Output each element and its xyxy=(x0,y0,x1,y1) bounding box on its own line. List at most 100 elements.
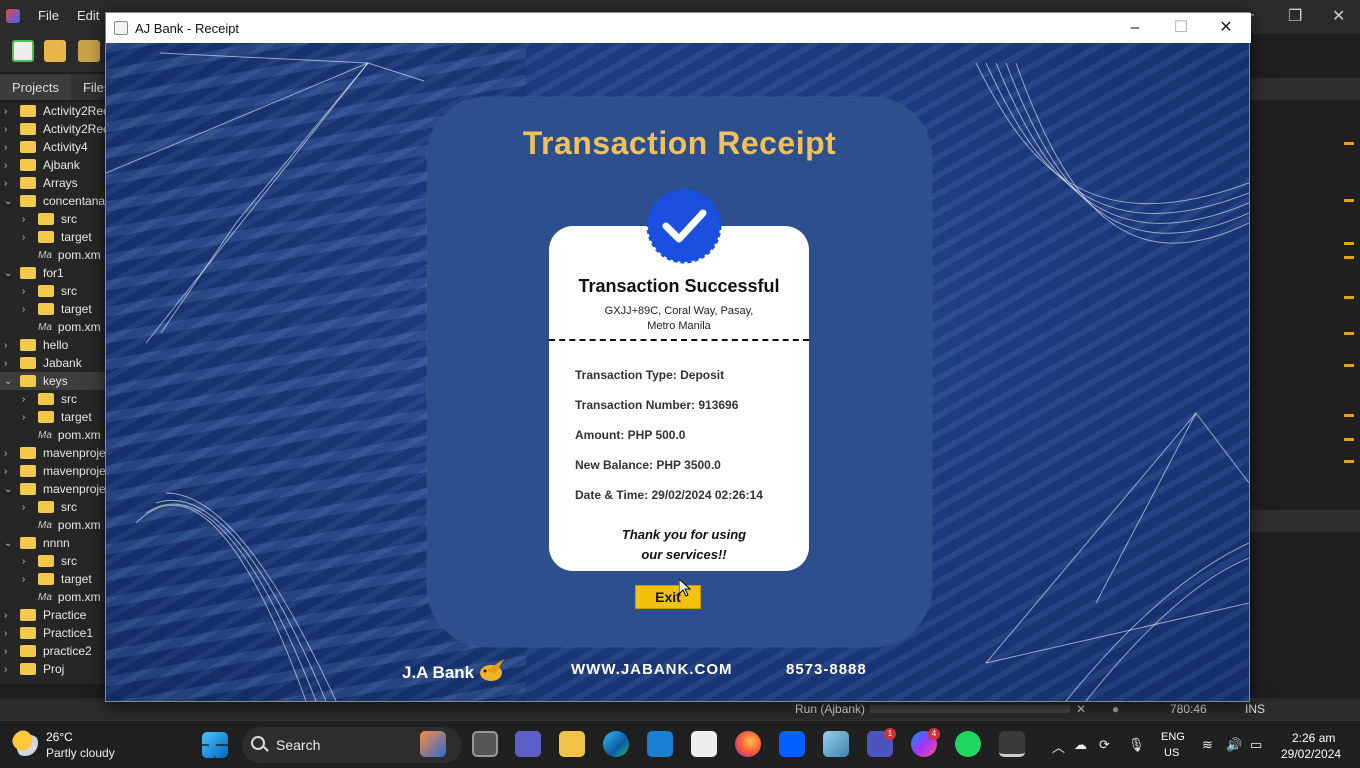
tree-folder-item[interactable]: › Jabank xyxy=(0,354,82,372)
netbeans-taskbar-icon[interactable] xyxy=(823,731,849,757)
chevron-right-icon[interactable]: › xyxy=(4,466,14,477)
tree-folder-item[interactable]: ⌄ for1 xyxy=(0,264,64,282)
tree-folder-item[interactable]: › mavenproje xyxy=(0,462,106,480)
chevron-right-icon[interactable]: › xyxy=(4,142,14,153)
chevron-down-icon[interactable]: ⌄ xyxy=(4,268,14,279)
tree-folder-item[interactable]: ⌄ mavenproje xyxy=(0,480,106,498)
edge-browser-icon[interactable] xyxy=(603,731,629,757)
tree-folder-item[interactable]: › Activity4 xyxy=(0,138,88,156)
tree-folder-item[interactable]: › target xyxy=(0,228,92,246)
region-indicator[interactable]: US xyxy=(1164,747,1179,759)
file-explorer-icon[interactable] xyxy=(559,731,585,757)
weather-icon[interactable] xyxy=(12,730,38,756)
spotify-icon[interactable] xyxy=(955,731,981,757)
tree-folder-item[interactable]: › Activity2Rec xyxy=(0,120,106,138)
tree-folder-item[interactable]: › Practice xyxy=(0,606,86,624)
tree-folder-item[interactable]: › Ajbank xyxy=(0,156,80,174)
clock-date[interactable]: 29/02/2024 xyxy=(1281,747,1341,761)
tree-folder-item[interactable]: › Activity2Rec xyxy=(0,102,106,120)
tree-folder-item[interactable]: › target xyxy=(0,408,92,426)
tree-folder-item[interactable]: › hello xyxy=(0,336,68,354)
menu-edit[interactable]: Edit xyxy=(77,8,99,23)
java-taskbar-icon[interactable] xyxy=(999,731,1025,757)
ide-close-icon[interactable]: ✕ xyxy=(1332,6,1345,26)
chevron-right-icon[interactable]: › xyxy=(4,358,14,369)
tree-file-item[interactable]: Ma pom.xm xyxy=(0,516,101,534)
chevron-right-icon[interactable]: › xyxy=(22,502,32,513)
chevron-down-icon[interactable]: ⌄ xyxy=(4,484,14,495)
microsoft-store-icon[interactable] xyxy=(647,731,673,757)
chevron-right-icon[interactable]: › xyxy=(4,628,14,639)
open-project-icon[interactable] xyxy=(78,40,100,62)
maximize-button[interactable]: ☐ xyxy=(1158,17,1204,39)
tree-folder-item[interactable]: › src xyxy=(0,210,77,228)
battery-icon[interactable]: ▭ xyxy=(1250,737,1262,753)
cancel-run-icon[interactable]: ✕ xyxy=(1076,702,1086,716)
tree-folder-item[interactable]: › Practice1 xyxy=(0,624,93,642)
clock-time[interactable]: 2:26 am xyxy=(1292,731,1335,745)
windows-start-icon[interactable] xyxy=(202,732,228,758)
tree-folder-item[interactable]: › mavenproje xyxy=(0,444,106,462)
chevron-right-icon[interactable]: › xyxy=(4,106,14,117)
new-project-icon[interactable] xyxy=(44,40,66,62)
tree-folder-item[interactable]: ⌄ keys xyxy=(0,372,106,390)
chevron-down-icon[interactable]: ⌄ xyxy=(4,376,14,387)
chevron-right-icon[interactable]: › xyxy=(4,160,14,171)
tree-file-item[interactable]: Ma pom.xm xyxy=(0,246,101,264)
wifi-icon[interactable]: ≋ xyxy=(1202,737,1213,753)
chevron-right-icon[interactable]: › xyxy=(22,556,32,567)
tab-projects[interactable]: Projects xyxy=(0,74,71,100)
tree-folder-item[interactable]: › src xyxy=(0,498,77,516)
chevron-down-icon[interactable]: ⌄ xyxy=(4,538,14,549)
tree-folder-item[interactable]: › src xyxy=(0,282,77,300)
chevron-right-icon[interactable]: › xyxy=(22,574,32,585)
tree-folder-item[interactable]: › Proj xyxy=(0,660,64,678)
ide-restore-icon[interactable]: ❐ xyxy=(1288,6,1302,26)
chevron-right-icon[interactable]: › xyxy=(4,646,14,657)
chevron-right-icon[interactable]: › xyxy=(4,610,14,621)
tree-file-item[interactable]: Ma pom.xm xyxy=(0,588,101,606)
tree-folder-item[interactable]: ⌄ concentana xyxy=(0,192,105,210)
tree-folder-item[interactable]: › target xyxy=(0,570,92,588)
task-view-icon[interactable] xyxy=(472,731,498,757)
chevron-right-icon[interactable]: › xyxy=(4,448,14,459)
weather-description[interactable]: Partly cloudy xyxy=(46,746,115,760)
chevron-right-icon[interactable]: › xyxy=(22,304,32,315)
run-status[interactable]: Run (Ajbank) xyxy=(795,702,865,716)
weather-temperature[interactable]: 26°C xyxy=(46,730,73,744)
show-hidden-icons[interactable]: ︿ xyxy=(1052,737,1065,756)
tree-folder-item[interactable]: › practice2 xyxy=(0,642,92,660)
onedrive-icon[interactable]: ☁ xyxy=(1074,737,1087,753)
chevron-right-icon[interactable]: › xyxy=(22,286,32,297)
amazon-icon[interactable] xyxy=(691,731,717,757)
new-file-icon[interactable] xyxy=(12,40,34,62)
exit-button[interactable]: Exit xyxy=(635,585,701,609)
tree-folder-item[interactable]: › Arrays xyxy=(0,174,78,192)
close-button[interactable]: ✕ xyxy=(1203,17,1249,39)
language-indicator[interactable]: ENG xyxy=(1161,731,1185,743)
volume-icon[interactable]: 🔊 xyxy=(1226,737,1242,753)
tree-file-item[interactable]: Ma pom.xm xyxy=(0,318,101,336)
tree-folder-item[interactable]: ⌄ nnnn xyxy=(0,534,70,552)
tree-folder-item[interactable]: › target xyxy=(0,300,92,318)
chevron-right-icon[interactable]: › xyxy=(4,340,14,351)
firefox-icon[interactable] xyxy=(735,731,761,757)
tree-folder-item[interactable]: › src xyxy=(0,552,77,570)
chevron-right-icon[interactable]: › xyxy=(4,178,14,189)
notifications-icon[interactable]: ● xyxy=(1112,702,1119,716)
chevron-right-icon[interactable]: › xyxy=(22,214,32,225)
chevron-right-icon[interactable]: › xyxy=(22,232,32,243)
menu-file[interactable]: File xyxy=(38,8,59,23)
tree-folder-item[interactable]: › src xyxy=(0,390,77,408)
sync-icon[interactable]: ⟳ xyxy=(1099,737,1110,753)
tree-file-item[interactable]: Ma pom.xm xyxy=(0,426,101,444)
chevron-right-icon[interactable]: › xyxy=(4,664,14,675)
chevron-right-icon[interactable]: › xyxy=(22,394,32,405)
dropbox-icon[interactable] xyxy=(779,731,805,757)
minimize-button[interactable]: – xyxy=(1112,17,1158,39)
microphone-icon[interactable]: 🎙 xyxy=(1128,737,1145,753)
chevron-right-icon[interactable]: › xyxy=(22,412,32,423)
meet-chat-icon[interactable] xyxy=(515,731,541,757)
chevron-right-icon[interactable]: › xyxy=(4,124,14,135)
chevron-down-icon[interactable]: ⌄ xyxy=(4,196,14,207)
